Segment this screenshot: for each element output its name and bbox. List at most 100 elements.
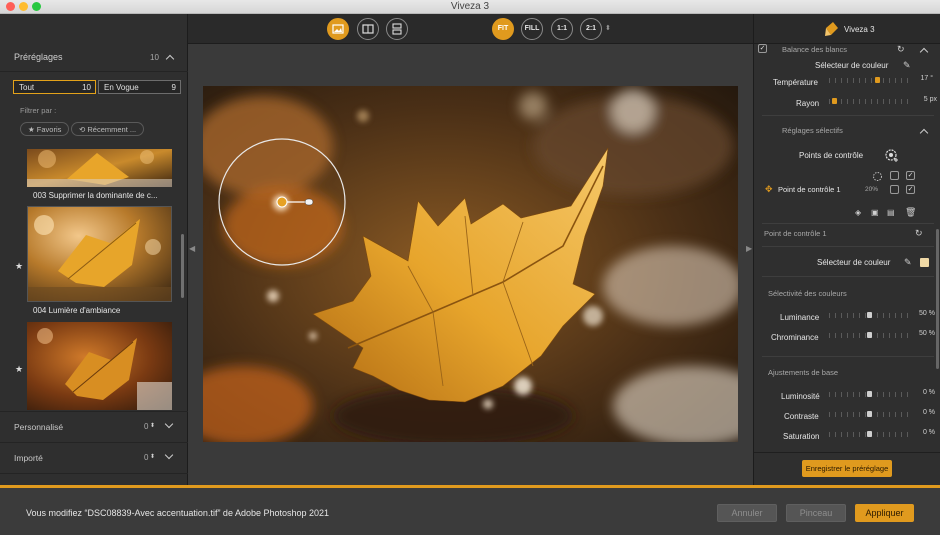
temperature-value: 17 ° (920, 75, 933, 82)
chrominance-label: Chrominance (771, 333, 819, 342)
basic-adjustments-label: Ajustements de base (768, 368, 839, 377)
saturation-label: Saturation (783, 432, 820, 441)
apply-button[interactable]: Appliquer (855, 504, 914, 522)
chevron-down-icon[interactable] (164, 419, 174, 429)
viveza-logo-icon (825, 22, 838, 36)
cancel-button[interactable]: Annuler (717, 504, 777, 522)
control-point-1-percent: 20% (865, 186, 879, 193)
reset-icon[interactable]: ↻ (897, 44, 905, 54)
radius-value: 5 px (923, 96, 937, 103)
stepper-icon[interactable]: ⬍ (150, 421, 155, 431)
preview-area: FIT FILL 1:1 2:1 ⬍ ◀ ▶ (188, 14, 753, 485)
tab-all-label: Tout (19, 83, 35, 92)
split-image-icon (362, 24, 374, 34)
section-custom[interactable]: Personnalisé 0 ⬍ (0, 411, 188, 441)
filter-favorites[interactable]: ★ Favoris (20, 122, 70, 136)
eyedropper-icon[interactable]: ✎ (903, 60, 911, 70)
zoom-fill-button[interactable]: FILL (521, 18, 543, 40)
preset-thumbnail[interactable] (27, 149, 172, 187)
split-view-button[interactable] (357, 18, 379, 40)
luminance-slider[interactable] (829, 311, 909, 319)
divider (0, 473, 188, 474)
adjustments-scrollbar[interactable] (936, 229, 939, 369)
preset-label: 003 Supprimer la dominante de c... (33, 191, 158, 200)
control-point-1-enable-checkbox[interactable]: ✓ (906, 185, 915, 194)
group-points-icon[interactable]: ▣ (871, 208, 879, 218)
section-imported-label: Importé (14, 453, 43, 463)
mask-header-checkbox[interactable] (890, 171, 899, 180)
tab-trending[interactable]: En Vogue 9 (98, 80, 181, 94)
saturation-value: 0 % (922, 429, 935, 436)
brightness-slider[interactable] (829, 390, 909, 398)
divider (762, 356, 934, 357)
single-view-button[interactable] (327, 18, 349, 40)
control-point-1-mask-checkbox[interactable] (890, 185, 899, 194)
chevron-up-icon[interactable] (919, 128, 929, 138)
editing-message: Vous modifiez “DSC08839-Avec accentuatio… (26, 508, 330, 518)
status-bar: Vous modifiez “DSC08839-Avec accentuatio… (0, 485, 940, 535)
tab-all[interactable]: Tout 10 (13, 80, 96, 94)
preset-thumbnail[interactable] (27, 322, 172, 410)
enable-header-checkbox[interactable]: ✓ (906, 171, 915, 180)
chevron-down-icon[interactable] (164, 450, 174, 460)
section-imported-count: 0 (144, 453, 149, 462)
white-balance-checkbox[interactable]: ✓ (758, 44, 767, 53)
zoom-200-button[interactable]: 2:1 (580, 18, 602, 40)
stepper-icon[interactable]: ⬍ (150, 452, 155, 462)
control-point-handle[interactable] (276, 196, 288, 208)
zoom-100-button[interactable]: 1:1 (551, 18, 573, 40)
control-point-1-label[interactable]: Point de contrôle 1 (778, 185, 841, 194)
presets-header[interactable]: Préréglages 10 (0, 44, 188, 72)
control-point-size-handle[interactable] (304, 198, 314, 206)
ungroup-points-icon[interactable]: ▤ (887, 208, 895, 218)
radius-label: Rayon (796, 99, 820, 108)
presets-label: Préréglages (14, 52, 63, 62)
section-custom-label: Personnalisé (14, 422, 64, 432)
selective-adjustments-label: Réglages sélectifs (782, 126, 843, 135)
contrast-slider[interactable] (829, 410, 909, 418)
zoom-fit-button[interactable]: FIT (492, 18, 514, 40)
star-icon[interactable]: ★ (15, 364, 23, 375)
chrominance-value: 50 % (919, 330, 935, 337)
divider (762, 276, 934, 277)
add-control-point-icon[interactable] (884, 148, 899, 163)
preset-thumbnail-selected[interactable] (27, 206, 172, 302)
chrominance-slider[interactable] (829, 331, 909, 339)
eyedropper-icon[interactable]: ✎ (904, 257, 912, 267)
main-photo[interactable] (203, 86, 738, 442)
collapse-left-icon[interactable]: ◀ (189, 244, 195, 253)
duplicate-point-icon[interactable]: ◈ (855, 208, 861, 218)
presets-scrollbar[interactable] (181, 234, 184, 298)
saturation-slider[interactable] (829, 430, 909, 438)
white-balance-label: Balance des blancs (782, 45, 848, 54)
divider (762, 223, 934, 224)
color-selectivity-label: Sélectivité des couleurs (768, 289, 847, 298)
tab-trending-count: 9 (171, 83, 176, 92)
image-icon (332, 24, 344, 34)
preview-toolbar: FIT FILL 1:1 2:1 ⬍ (188, 14, 753, 44)
chevron-up-icon[interactable] (919, 47, 929, 57)
temperature-slider[interactable] (829, 76, 909, 84)
dashed-circle-icon (873, 172, 882, 181)
temperature-label: Température (773, 78, 818, 87)
collapse-right-icon[interactable]: ▶ (746, 244, 752, 253)
cp-color-picker-label: Sélecteur de couleur (817, 258, 891, 267)
star-icon[interactable]: ★ (15, 261, 23, 272)
radius-slider[interactable] (829, 97, 909, 105)
contrast-label: Contraste (784, 412, 819, 421)
side-by-side-view-button[interactable] (386, 18, 408, 40)
color-picker-label: Sélecteur de couleur (815, 61, 889, 70)
control-point-detail-label: Point de contrôle 1 (764, 229, 827, 238)
picked-color-swatch[interactable] (920, 258, 929, 267)
section-imported[interactable]: Importé 0 ⬍ (0, 442, 188, 472)
save-preset-button[interactable]: Enregistrer le préréglage (802, 460, 892, 477)
adjustments-panel: Viveza 3 ✓ Balance des blancs ↻ Sélecteu… (753, 14, 940, 485)
presets-count: 10 (150, 53, 159, 62)
trash-icon[interactable]: 🗑 (905, 207, 916, 217)
zoom-stepper-icon[interactable]: ⬍ (605, 24, 611, 34)
filter-recent[interactable]: ⟲ Récemment ... (71, 122, 145, 136)
brush-button[interactable]: Pinceau (786, 504, 846, 522)
luminance-value: 50 % (919, 310, 935, 317)
reset-icon[interactable]: ↻ (915, 228, 923, 238)
chevron-up-icon[interactable] (165, 54, 175, 64)
